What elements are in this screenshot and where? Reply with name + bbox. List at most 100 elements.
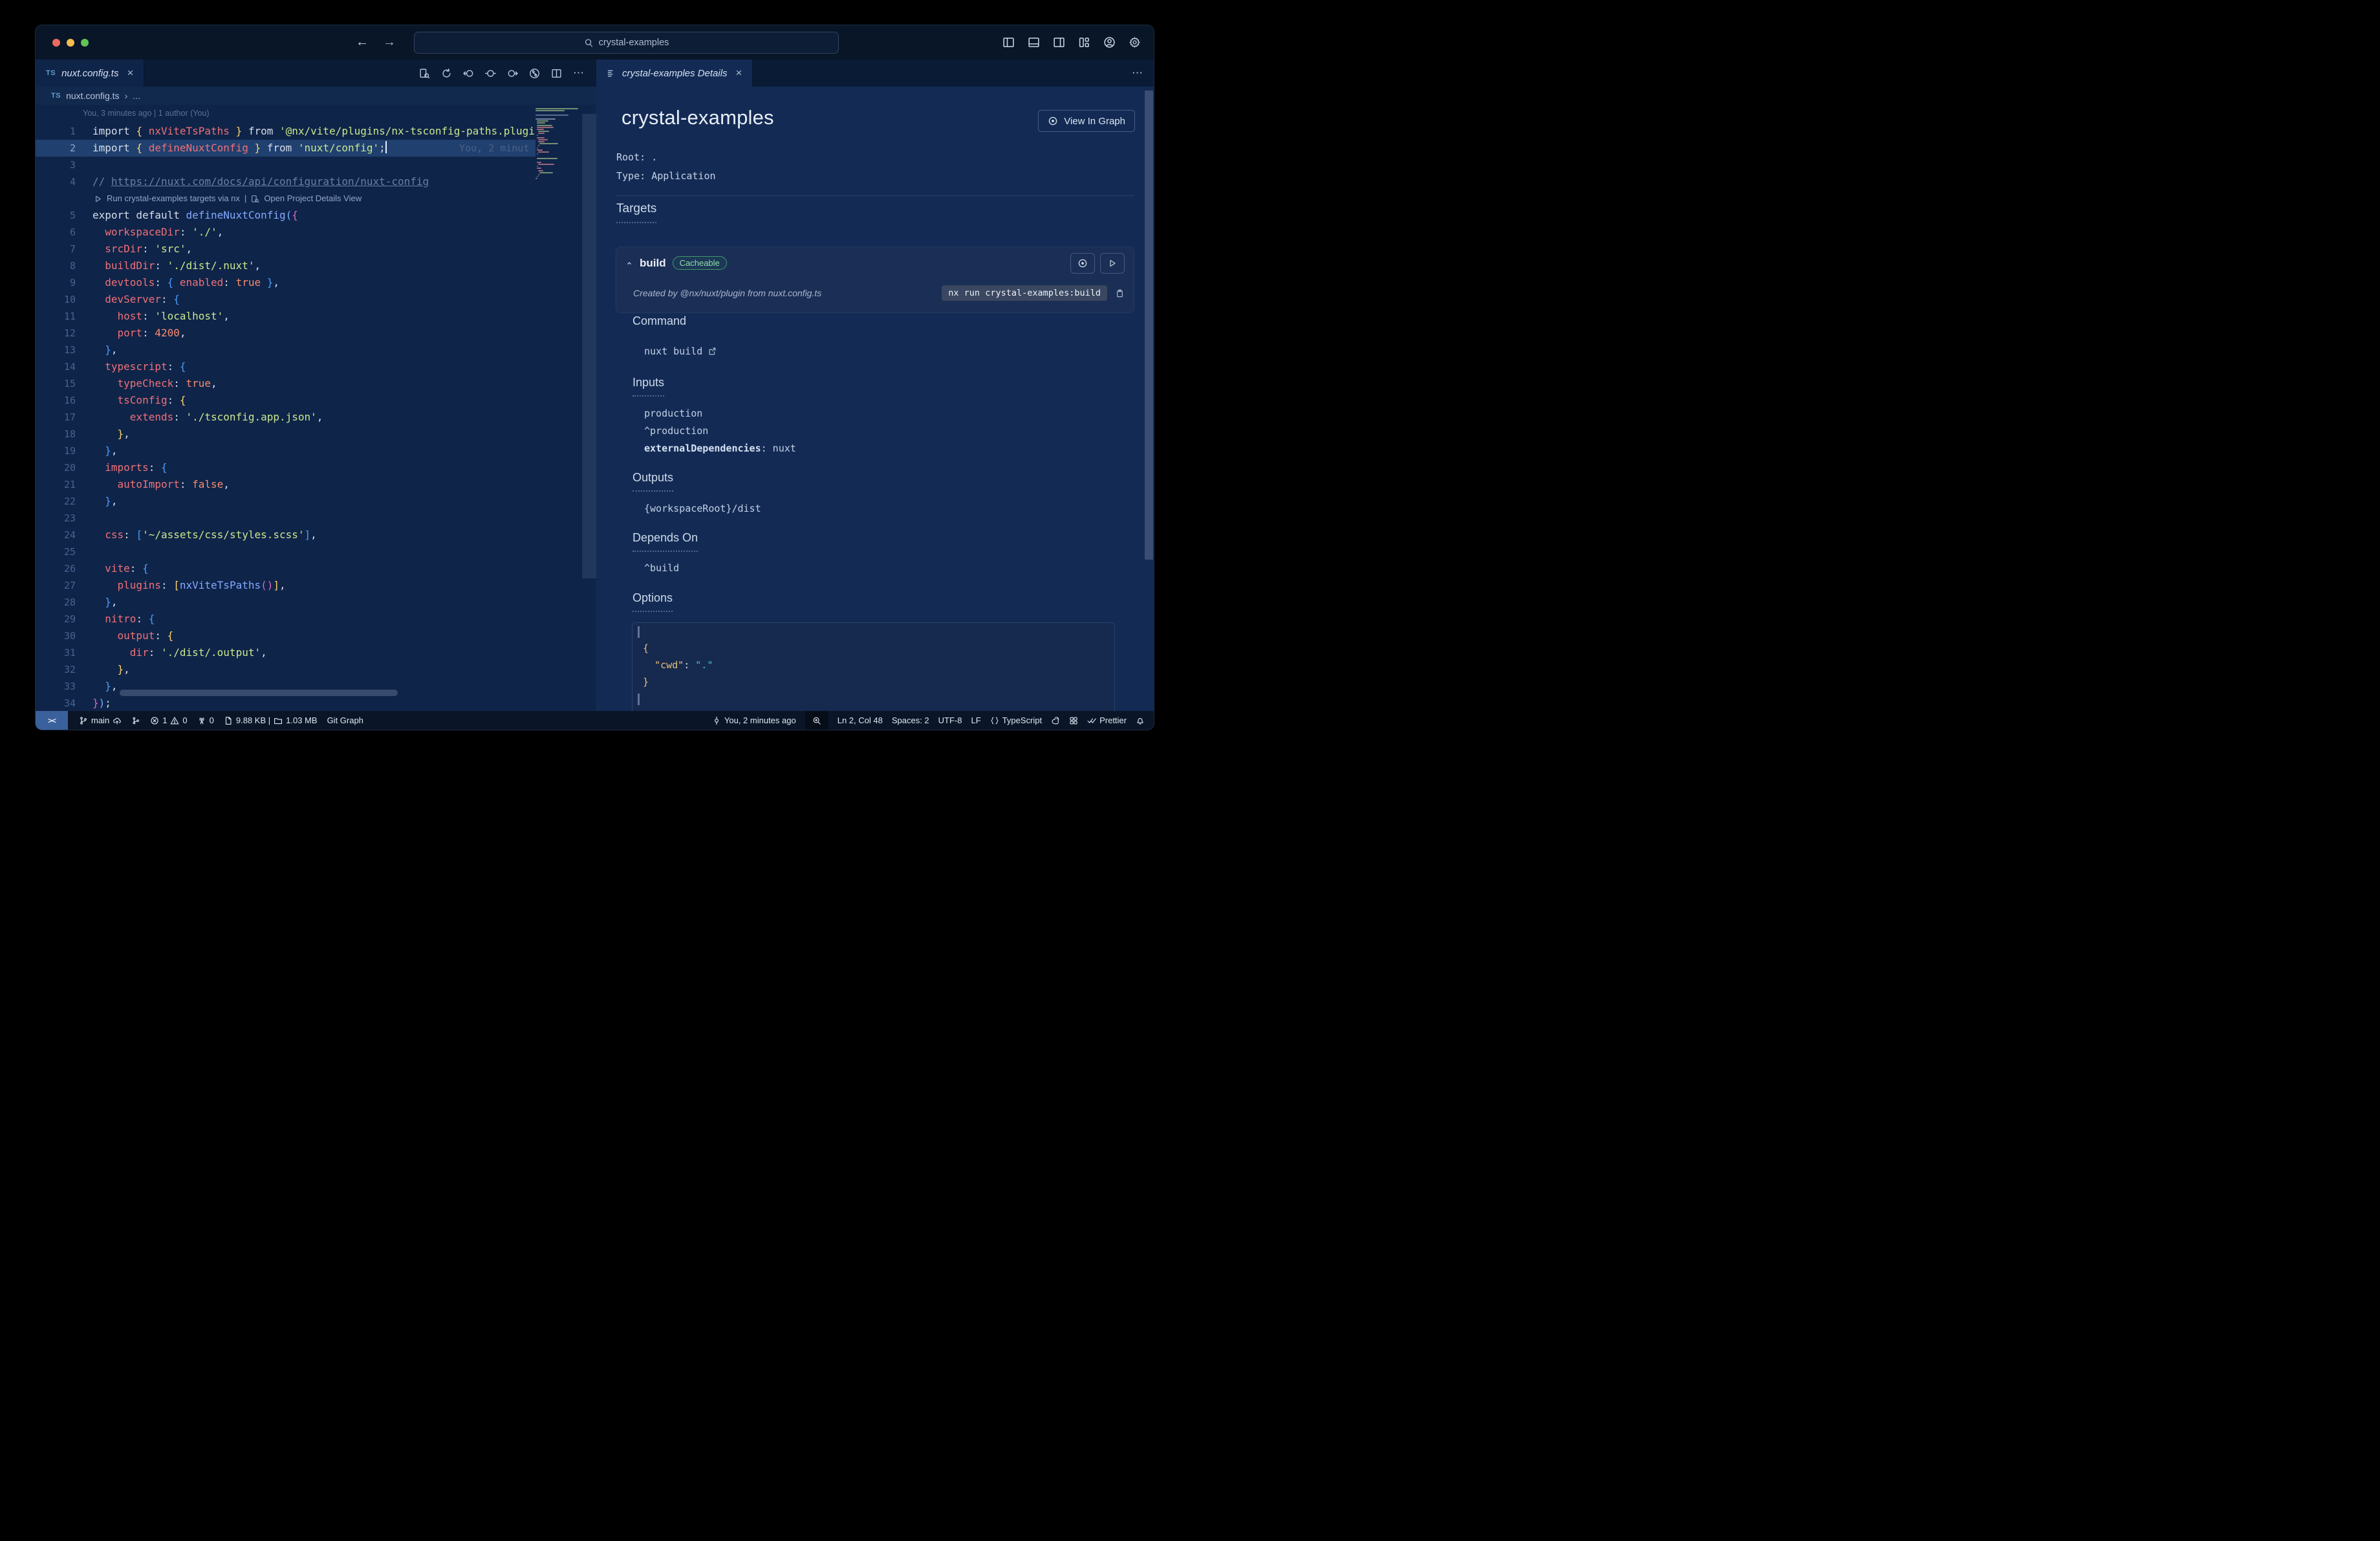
- tab-nuxt-config[interactable]: TS nuxt.config.ts ×: [36, 60, 145, 87]
- code-line-26[interactable]: 26 vite: {: [36, 560, 536, 577]
- status-problems[interactable]: 10: [150, 711, 188, 730]
- chevron-up-icon[interactable]: [625, 259, 633, 267]
- open-preview-icon[interactable]: [419, 68, 430, 79]
- code-line-3[interactable]: 3: [36, 157, 536, 173]
- code-line-25[interactable]: 25: [36, 543, 536, 560]
- code-line-28[interactable]: 28 },: [36, 594, 536, 611]
- code-line-7[interactable]: 7 srcDir: 'src',: [36, 241, 536, 257]
- code-line-6[interactable]: 6 workspaceDir: './',: [36, 224, 536, 241]
- code-line-2[interactable]: 2 import { defineNuxtConfig } from 'nuxt/…: [36, 140, 536, 157]
- close-window-button[interactable]: [52, 39, 60, 47]
- external-link-icon[interactable]: [708, 347, 717, 356]
- tab-project-details[interactable]: crystal-examples Details ×: [596, 60, 753, 87]
- minimize-window-button[interactable]: [67, 39, 74, 47]
- code-line-29[interactable]: 29 nitro: {: [36, 611, 536, 628]
- editor-vertical-scrollbar[interactable]: [582, 114, 596, 578]
- code-line-20[interactable]: 20 imports: {: [36, 459, 536, 476]
- window-controls: [52, 39, 89, 47]
- status-encoding[interactable]: UTF-8: [938, 711, 962, 730]
- more-actions-icon[interactable]: ⋯: [573, 67, 585, 80]
- status-git-graph[interactable]: Git Graph: [327, 711, 363, 730]
- previous-change-icon[interactable]: [463, 68, 474, 79]
- code-line-32[interactable]: 32 },: [36, 661, 536, 678]
- forward-icon[interactable]: →: [383, 35, 396, 50]
- titlebar-layout-icons: [1002, 25, 1141, 60]
- code-line-22[interactable]: 22 },: [36, 493, 536, 510]
- status-zoom[interactable]: [805, 711, 828, 730]
- refresh-icon[interactable]: [441, 68, 452, 79]
- back-icon[interactable]: ←: [356, 35, 369, 50]
- layout-sidebar-left-icon[interactable]: [1002, 36, 1015, 49]
- minimap[interactable]: [536, 108, 582, 180]
- status-notifications[interactable]: [1136, 711, 1145, 730]
- view-in-graph-button[interactable]: View In Graph: [1038, 110, 1135, 132]
- status-squirrel[interactable]: [1051, 711, 1060, 730]
- code-line-13[interactable]: 13 },: [36, 342, 536, 358]
- code-line-11[interactable]: 11 host: 'localhost',: [36, 308, 536, 325]
- current-change-icon[interactable]: [485, 68, 496, 79]
- code-line-30[interactable]: 30 output: {: [36, 628, 536, 644]
- copy-icon[interactable]: [1115, 289, 1125, 298]
- code-line-34[interactable]: 34});: [36, 695, 536, 711]
- layout-grid-icon[interactable]: [1078, 36, 1090, 49]
- split-editor-icon[interactable]: [551, 68, 562, 79]
- git-graph-circle-icon[interactable]: [529, 68, 540, 79]
- code-line-15[interactable]: 15 typeCheck: true,: [36, 375, 536, 392]
- code-line-14[interactable]: 14 typescript: {: [36, 358, 536, 375]
- breadcrumb-file[interactable]: nuxt.config.ts: [66, 91, 120, 101]
- code-line-9[interactable]: 9 devtools: { enabled: true },: [36, 274, 536, 291]
- settings-gear-icon[interactable]: [1129, 36, 1141, 49]
- code-line-8[interactable]: 8 buildDir: './dist/.nuxt',: [36, 257, 536, 274]
- panel-more-actions-icon[interactable]: ⋯: [1132, 67, 1143, 80]
- options-code-box[interactable]: { "cwd": "."}: [632, 622, 1115, 711]
- code-line-19[interactable]: 19 },: [36, 443, 536, 459]
- code-line-12[interactable]: 12 port: 4200,: [36, 325, 536, 342]
- status-file-size[interactable]: 9.88 KB | 1.03 MB: [224, 711, 318, 730]
- code-line-16[interactable]: 16 tsConfig: {: [36, 392, 536, 409]
- commit-icon: [712, 716, 721, 725]
- status-eol[interactable]: LF: [971, 711, 981, 730]
- command-center-search[interactable]: crystal-examples: [414, 32, 839, 54]
- status-remote-indicator[interactable]: ><: [36, 711, 68, 730]
- line-number: 25: [63, 546, 76, 558]
- codelens-open-details-link[interactable]: Open Project Details View: [264, 190, 362, 207]
- editor-horizontal-scrollbar[interactable]: [120, 690, 398, 696]
- codelens-run-link[interactable]: Run crystal-examples targets via nx: [107, 190, 240, 207]
- nx-run-command-chip[interactable]: nx run crystal-examples:build: [942, 285, 1107, 301]
- status-language[interactable]: TypeScript: [990, 711, 1042, 730]
- code-line-27[interactable]: 27 plugins: [nxViteTsPaths()],: [36, 577, 536, 594]
- code-line-10[interactable]: 10 devServer: {: [36, 291, 536, 308]
- status-extension[interactable]: [1069, 711, 1078, 730]
- status-source-control-graph[interactable]: [131, 711, 140, 730]
- view-target-in-graph-button[interactable]: [1070, 252, 1095, 274]
- close-panel-tab-icon[interactable]: ×: [736, 67, 742, 80]
- code-line-5[interactable]: 5 export default defineNuxtConfig({: [36, 207, 536, 224]
- code-line-1[interactable]: 1 import { nxViteTsPaths } from '@nx/vite…: [36, 123, 536, 140]
- maximize-window-button[interactable]: [81, 39, 89, 47]
- code-line-17[interactable]: 17 extends: './tsconfig.app.json',: [36, 409, 536, 426]
- breadcrumb-symbol[interactable]: ...: [133, 91, 140, 101]
- status-ports[interactable]: 0: [197, 711, 214, 730]
- breadcrumb[interactable]: TS nuxt.config.ts › ...: [36, 87, 596, 105]
- layout-panel-icon[interactable]: [1028, 36, 1040, 49]
- account-icon[interactable]: [1103, 36, 1116, 49]
- status-indentation[interactable]: Spaces: 2: [892, 711, 929, 730]
- code-editor[interactable]: You, 3 minutes ago | 1 author (You) 1 imp…: [36, 105, 596, 711]
- close-tab-icon[interactable]: ×: [127, 67, 133, 80]
- code-line-4[interactable]: 4// https://nuxt.com/docs/api/configurat…: [36, 173, 536, 190]
- project-details-panel: crystal-examples Details × ⋯ crystal-exa…: [596, 60, 1154, 711]
- status-prettier[interactable]: Prettier: [1087, 711, 1127, 730]
- code-line-24[interactable]: 24 css: ['~/assets/css/styles.scss'],: [36, 527, 536, 543]
- run-target-button[interactable]: [1100, 252, 1125, 274]
- target-build-row[interactable]: build Cacheable: [616, 247, 1134, 279]
- panel-scrollbar[interactable]: [1145, 91, 1153, 560]
- next-change-icon[interactable]: [507, 68, 518, 79]
- code-line-23[interactable]: 23: [36, 510, 536, 527]
- code-line-31[interactable]: 31 dir: './dist/.output',: [36, 644, 536, 661]
- status-blame[interactable]: You, 2 minutes ago: [712, 711, 796, 730]
- layout-sidebar-right-icon[interactable]: [1053, 36, 1065, 49]
- code-line-21[interactable]: 21 autoImport: false,: [36, 476, 536, 493]
- code-line-18[interactable]: 18 },: [36, 426, 536, 443]
- status-git-branch[interactable]: main: [79, 711, 122, 730]
- status-cursor-position[interactable]: Ln 2, Col 48: [838, 711, 883, 730]
